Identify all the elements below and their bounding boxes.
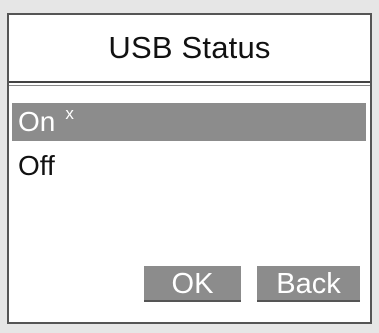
selected-mark-icon: x <box>65 104 74 123</box>
option-label: Off <box>18 150 55 181</box>
usb-status-dialog: USB Status On x Off OK Back <box>7 13 372 324</box>
button-shadow <box>144 300 241 302</box>
device-frame: USB Status On x Off OK Back <box>0 0 379 333</box>
option-off[interactable]: Off <box>12 147 366 185</box>
dialog-title: USB Status <box>108 30 271 65</box>
button-shadow <box>257 300 360 302</box>
ok-button-label: OK <box>171 267 214 300</box>
ok-button[interactable]: OK <box>144 266 241 302</box>
back-button-label: Back <box>276 267 341 300</box>
option-label: On <box>18 106 56 137</box>
back-button[interactable]: Back <box>257 266 360 302</box>
option-on[interactable]: On x <box>12 103 366 141</box>
title-divider <box>9 81 370 86</box>
